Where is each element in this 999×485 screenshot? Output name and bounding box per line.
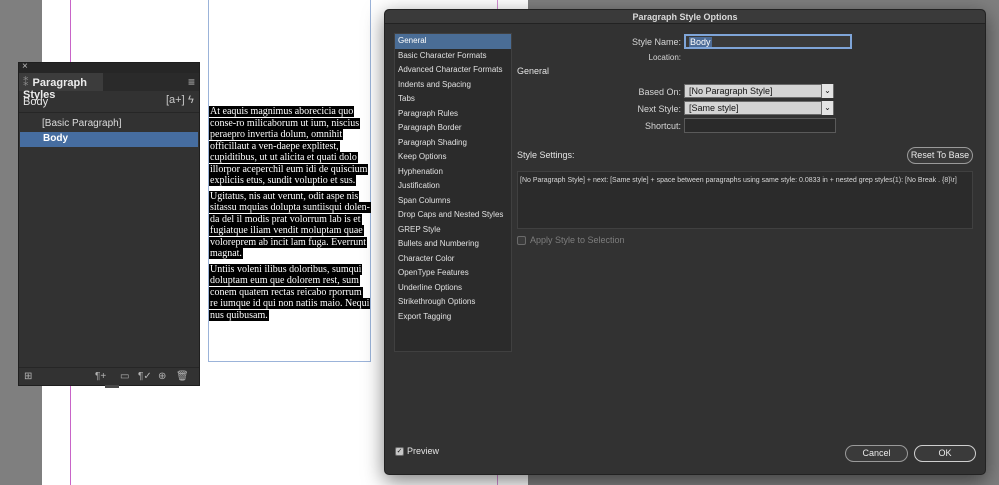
panel-resize-handle[interactable] [105,385,119,388]
category-item[interactable]: GREP Style [395,223,511,238]
panel-menu-icon[interactable]: ≡ [188,75,195,89]
reset-to-base-button[interactable]: Reset To Base [907,147,973,164]
category-item[interactable]: Export Tagging [395,310,511,325]
load-styles-icon[interactable]: ⊞ [24,371,32,382]
preview-label: Preview [407,446,440,456]
based-on-value: [No Paragraph Style] [689,86,773,96]
category-item[interactable]: Paragraph Shading [395,136,511,151]
style-name-input[interactable]: Body [684,34,852,49]
next-style-label: Next Style: [637,104,681,114]
text-story[interactable]: At eaquis magnimus aborecicia quo conse-… [209,106,371,325]
category-item[interactable]: Tabs [395,92,511,107]
tab-paragraph-styles[interactable]: ⁑ Paragraph Styles [19,73,103,101]
category-item[interactable]: Hyphenation [395,165,511,180]
based-on-dropdown[interactable]: [No Paragraph Style] ⌄ [684,84,834,98]
category-item[interactable]: Indents and Spacing [395,78,511,93]
paragraph-style-options-dialog: Paragraph Style Options General Basic Ch… [384,9,986,475]
shortcut-label: Shortcut: [644,121,681,131]
shortcut-input[interactable] [684,118,836,133]
chevron-down-icon: ⌄ [821,84,833,98]
ok-button[interactable]: OK [914,445,976,462]
section-heading: General [517,66,550,76]
close-icon[interactable]: × [22,61,28,72]
category-item[interactable]: Strikethrough Options [395,295,511,310]
paragraph-styles-panel: × ⁑ Paragraph Styles ≡ Body [a+] ϟ [Basic… [18,61,200,388]
based-on-label: Based On: [638,87,681,97]
current-style-label: Body [23,96,49,108]
category-item[interactable]: Bullets and Numbering [395,237,511,252]
category-item[interactable]: Paragraph Border [395,121,511,136]
category-item[interactable]: OpenType Features [395,266,511,281]
category-item[interactable]: Underline Options [395,281,511,296]
cancel-button[interactable]: Cancel [845,445,908,462]
chevron-down-icon: ⌄ [821,101,833,115]
style-name-label: Style Name: [631,37,681,47]
category-item[interactable]: Advanced Character Formats [395,63,511,78]
style-item-label: [Basic Paragraph] [42,118,122,129]
preview-checkbox[interactable]: ✓ [395,447,404,456]
style-name-value: Body [689,37,712,47]
story-paragraph: Untiis voleni ilibus doloribus, sumqui d… [209,263,371,321]
folder-icon[interactable]: ▭ [120,371,129,382]
new-style-icon[interactable]: ⊕ [158,371,166,382]
create-style-group-icon[interactable]: [a+] [166,94,185,106]
panel-title-bar[interactable]: × [19,61,199,73]
story-paragraph: At eaquis magnimus aborecicia quo conse-… [209,106,369,186]
style-item-label: Body [43,133,68,144]
dialog-title[interactable]: Paragraph Style Options [385,10,985,24]
next-style-dropdown[interactable]: [Same style] ⌄ [684,101,834,115]
next-style-value: [Same style] [689,103,739,113]
panel-header: Body [a+] ϟ [19,91,199,113]
category-item[interactable]: Justification [395,179,511,194]
category-item[interactable]: Keep Options [395,150,511,165]
location-label: Location: [648,53,681,62]
category-item[interactable]: Drop Caps and Nested Styles [395,208,511,223]
grip-icon: ⁑ [23,77,29,89]
clear-overrides-icon[interactable]: ¶✓ [138,371,152,382]
trash-icon[interactable]: 🗑 [176,371,189,382]
story-paragraph: Ugitatus, nis aut verunt, odit aspe nis … [209,190,371,259]
category-item[interactable]: Basic Character Formats [395,49,511,64]
style-override-icon[interactable]: ¶+ [95,371,106,382]
style-settings-text: [No Paragraph Style] + next: [Same style… [517,171,973,229]
apply-style-label: Apply Style to Selection [530,235,625,245]
style-item-body[interactable]: Body [20,132,198,147]
style-item-basic-paragraph[interactable]: [Basic Paragraph] [19,117,199,132]
category-item[interactable]: General [395,34,511,49]
category-item[interactable]: Paragraph Rules [395,107,511,122]
category-item[interactable]: Span Columns [395,194,511,209]
panel-tab-row: ⁑ Paragraph Styles ≡ [19,73,199,101]
style-settings-label: Style Settings: [517,150,575,160]
category-item[interactable]: Character Color [395,252,511,267]
lightning-icon[interactable]: ϟ [188,94,194,106]
category-list: General Basic Character Formats Advanced… [394,33,512,352]
panel-footer: ⊞ ¶+ ▭ ¶✓ ⊕ 🗑 [19,367,199,385]
apply-style-checkbox[interactable] [517,236,526,245]
